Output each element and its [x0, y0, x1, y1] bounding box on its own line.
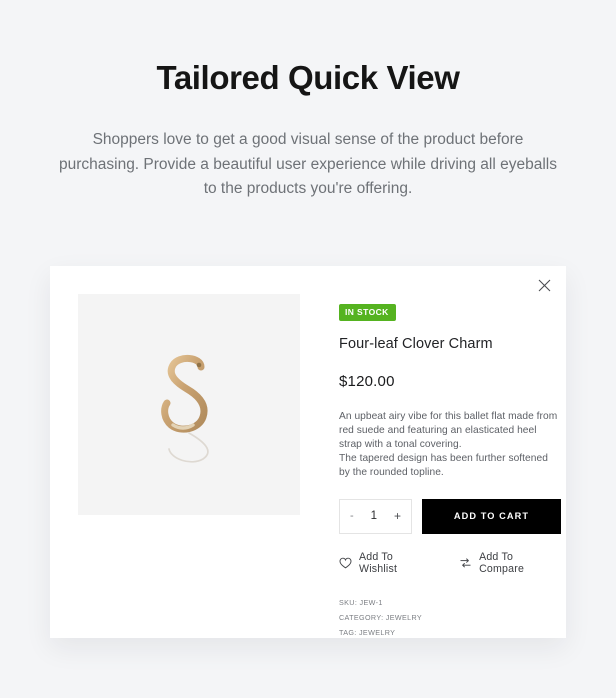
meta-category: CATEGORY: JEWELRY: [339, 612, 423, 622]
add-to-cart-button[interactable]: ADD TO CART: [422, 498, 561, 534]
meta-sku: SKU: JEW-1: [339, 597, 383, 607]
product-price: $120.00: [339, 372, 395, 390]
cart-row: - 1 + ADD TO CART: [339, 498, 561, 534]
meta-tag: TAG: JEWELRY: [339, 627, 396, 637]
description-paragraph-1: An upbeat airy vibe for this ballet flat…: [339, 410, 558, 450]
add-to-wishlist-label: Add To Wishlist: [359, 550, 398, 575]
quantity-decrement-button[interactable]: -: [349, 510, 355, 522]
heart-icon: [339, 557, 352, 569]
product-summary: IN STOCK Four-leaf Clover Charm $120.00 …: [300, 294, 561, 640]
quantity-stepper[interactable]: - 1 +: [339, 498, 412, 534]
product-title: Four-leaf Clover Charm: [339, 335, 493, 352]
quick-view-modal: IN STOCK Four-leaf Clover Charm $120.00 …: [50, 266, 566, 638]
add-to-compare-button[interactable]: Add To Compare: [459, 551, 561, 575]
page-title: Tailored Quick View: [156, 59, 460, 96]
close-icon[interactable]: [531, 272, 557, 298]
page-header: Tailored Quick View Shoppers love to get…: [0, 0, 616, 202]
quantity-input[interactable]: 1: [364, 510, 384, 522]
description-paragraph-2: The tapered design has been further soft…: [339, 453, 548, 479]
product-meta: SKU: JEW-1 CATEGORY: JEWELRY TAG: JEWELR…: [339, 595, 561, 640]
add-to-compare-label: Add To Compare: [479, 550, 525, 575]
quantity-increment-button[interactable]: +: [393, 510, 402, 522]
quick-view-body: IN STOCK Four-leaf Clover Charm $120.00 …: [50, 266, 566, 640]
product-gallery[interactable]: [78, 294, 300, 515]
product-description: An upbeat airy vibe for this ballet flat…: [339, 410, 561, 481]
compare-icon: [459, 557, 472, 569]
status-badge: IN STOCK: [339, 304, 396, 321]
product-actions: Add To Wishlist Add To Compare: [339, 551, 561, 575]
add-to-wishlist-button[interactable]: Add To Wishlist: [339, 551, 434, 575]
page-subtitle: Shoppers love to get a good visual sense…: [58, 131, 557, 197]
product-image: [161, 354, 209, 463]
page-root: Tailored Quick View Shoppers love to get…: [0, 0, 616, 698]
